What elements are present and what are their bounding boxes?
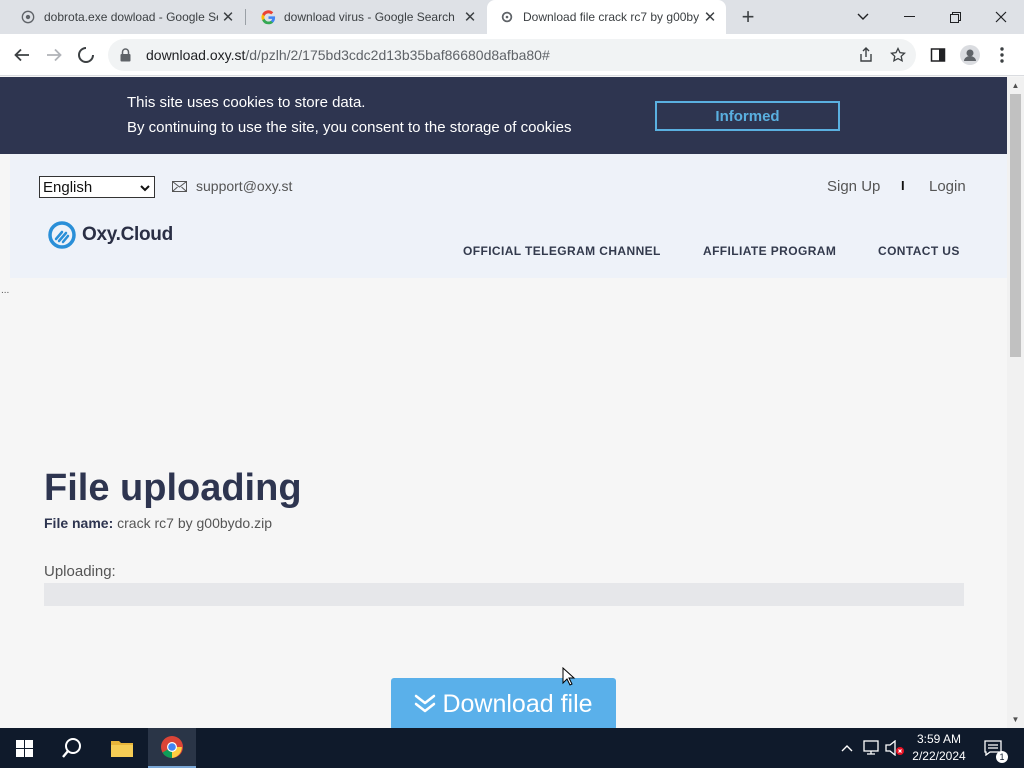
tab-dobrota[interactable]: dobrota.exe dowload - Google Se ✕ <box>0 0 244 34</box>
menu-kebab-icon[interactable] <box>988 41 1016 69</box>
url-host: download.oxy.st <box>146 47 246 63</box>
tray-chevron-up-icon[interactable] <box>838 728 856 768</box>
address-bar[interactable]: download.oxy.st/d/pzlh/2/175bd3cdc2d13b3… <box>108 39 916 71</box>
profile-avatar-icon[interactable] <box>956 41 984 69</box>
scroll-up-icon[interactable]: ▲ <box>1007 77 1024 94</box>
bookmark-star-icon[interactable] <box>884 41 912 69</box>
volume-muted-icon[interactable] <box>884 728 906 768</box>
cookie-banner: This site uses cookies to store data. By… <box>0 77 1007 154</box>
page-viewport: This site uses cookies to store data. By… <box>0 77 1007 728</box>
windows-start-icon[interactable] <box>0 728 48 768</box>
upload-progress-bar <box>44 583 964 606</box>
login-link[interactable]: Login <box>929 178 966 195</box>
loading-icon <box>499 9 515 25</box>
chrome-taskbar-icon[interactable] <box>148 728 196 768</box>
system-clock[interactable]: 3:59 AM 2/22/2024 <box>906 731 972 765</box>
stop-loading-icon[interactable] <box>72 41 100 69</box>
close-window-button[interactable] <box>978 0 1024 34</box>
file-name-row: File name: crack rc7 by g00bydo.zip <box>44 515 272 531</box>
restore-button[interactable] <box>932 0 978 34</box>
share-icon[interactable] <box>852 41 880 69</box>
support-email-link[interactable]: support@oxy.st <box>172 178 292 194</box>
page-title: File uploading <box>44 467 302 509</box>
ellipsis-marker: ... <box>1 285 10 296</box>
tab-strip: dobrota.exe dowload - Google Se ✕ downlo… <box>0 0 1024 34</box>
close-icon[interactable]: ✕ <box>700 7 720 27</box>
nav-telegram-channel[interactable]: OFFICIAL TELEGRAM CHANNEL <box>463 244 661 258</box>
back-icon[interactable] <box>8 41 36 69</box>
cookie-text-line1: This site uses cookies to store data. <box>127 94 366 111</box>
support-email: support@oxy.st <box>196 178 293 194</box>
site-logo[interactable]: Oxy.Cloud <box>48 221 173 249</box>
mouse-cursor-icon <box>562 667 576 686</box>
double-chevron-down-icon <box>414 694 436 714</box>
clock-time: 3:59 AM <box>916 732 962 746</box>
close-icon[interactable]: ✕ <box>460 7 480 27</box>
globe-icon <box>20 9 36 25</box>
cookie-text-line2: By continuing to use the site, you conse… <box>127 119 572 136</box>
language-value: English <box>43 178 93 196</box>
tab-download-file[interactable]: Download file crack rc7 by g00by ✕ <box>487 0 726 34</box>
uploading-label: Uploading: <box>44 563 116 580</box>
page-scrollbar[interactable]: ▲ ▼ <box>1007 77 1024 728</box>
nav-contact-us[interactable]: CONTACT US <box>878 244 960 258</box>
mail-icon <box>172 180 187 192</box>
download-file-label: Download file <box>442 689 593 718</box>
tab-search-icon[interactable] <box>840 0 886 34</box>
chevron-down-icon <box>140 179 150 196</box>
close-icon[interactable]: ✕ <box>218 7 238 27</box>
logo-text: Oxy.Cloud <box>82 224 173 245</box>
clock-date: 2/22/2024 <box>912 749 966 763</box>
tab-title: download virus - Google Search <box>284 10 455 24</box>
browser-toolbar: download.oxy.st/d/pzlh/2/175bd3cdc2d13b3… <box>0 34 1024 76</box>
tab-title: dobrota.exe dowload - Google Se <box>44 10 218 24</box>
search-icon[interactable] <box>48 728 96 768</box>
windows-taskbar: 3:59 AM 2/22/2024 <box>0 728 1024 768</box>
oxy-cloud-logo-icon <box>48 221 76 249</box>
tab-title: Download file crack rc7 by g00by <box>523 10 700 24</box>
auth-divider: I <box>901 178 905 193</box>
signup-link[interactable]: Sign Up <box>827 178 880 195</box>
download-file-button[interactable]: Download file <box>391 678 616 728</box>
scroll-down-icon[interactable]: ▼ <box>1007 711 1024 728</box>
network-icon[interactable] <box>860 728 882 768</box>
file-explorer-icon[interactable] <box>98 728 146 768</box>
lock-icon[interactable] <box>120 48 136 62</box>
google-icon <box>260 9 276 25</box>
site-header: English support@oxy.st Sign Up I Login O… <box>10 154 1007 278</box>
side-panel-icon[interactable] <box>924 41 952 69</box>
url-text[interactable]: download.oxy.st/d/pzlh/2/175bd3cdc2d13b3… <box>146 47 550 63</box>
language-select[interactable]: English <box>39 176 155 198</box>
minimize-button[interactable] <box>886 0 932 34</box>
file-name-label: File name: <box>44 515 114 531</box>
file-name-value: crack rc7 by g00bydo.zip <box>117 515 272 531</box>
nav-affiliate-program[interactable]: AFFILIATE PROGRAM <box>703 244 836 258</box>
forward-icon[interactable] <box>40 41 68 69</box>
new-tab-button[interactable]: + <box>736 4 760 29</box>
notification-count-badge: 1 <box>996 751 1008 763</box>
scrollbar-thumb[interactable] <box>1010 94 1021 357</box>
url-path: /d/pzlh/2/175bd3cdc2d13b35baf86680d8afba… <box>245 47 550 63</box>
cookie-accept-button[interactable]: Informed <box>655 101 840 131</box>
tab-download-virus[interactable]: download virus - Google Search ✕ <box>240 0 486 34</box>
